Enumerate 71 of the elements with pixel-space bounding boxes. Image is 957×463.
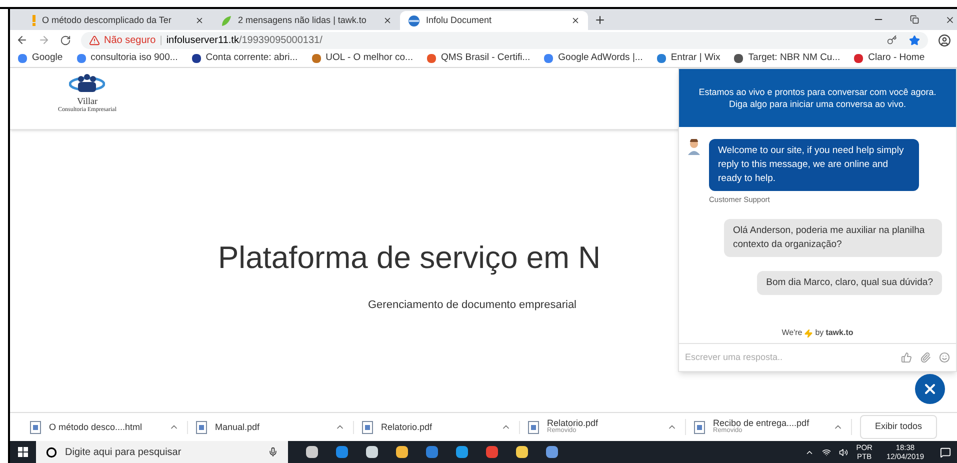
- agent-avatar-icon: [687, 139, 701, 155]
- key-icon[interactable]: [887, 35, 897, 45]
- close-icon[interactable]: [195, 16, 204, 25]
- file-icon: [30, 420, 41, 434]
- close-icon[interactable]: [571, 16, 580, 25]
- agent-message: Welcome to our site, if you need help simply reply to this message, we are online and ready to help.: [709, 139, 919, 191]
- restore-icon[interactable]: [910, 15, 919, 24]
- cortana-icon: [46, 446, 57, 458]
- chat-banner: Estamos ao vivo e prontos para conversar com você agora. Diga algo para iniciar uma conversa ao vivo.: [679, 69, 956, 127]
- bookmark-link[interactable]: Google AdWords |...: [544, 51, 643, 66]
- lightning-icon: [804, 328, 814, 338]
- bookmark-link[interactable]: Google: [18, 51, 63, 66]
- separator-text: |: [160, 34, 162, 48]
- thumbs-up-icon[interactable]: [901, 352, 912, 363]
- notifications-icon[interactable]: [940, 446, 951, 458]
- reload-icon[interactable]: [60, 34, 71, 46]
- browser-tab[interactable]: 2 mensagens não lidas | tawk.to: [212, 11, 400, 30]
- file-icon: [196, 420, 207, 434]
- bookmark-link[interactable]: QMS Brasil - Certifi...: [426, 51, 530, 66]
- download-item[interactable]: Manual.pdf: [196, 420, 354, 434]
- reply-field[interactable]: Escrever uma resposta..: [685, 350, 893, 364]
- taskbar-app-icon[interactable]: [546, 446, 558, 458]
- search-input[interactable]: Digite aqui para pesquisar: [65, 444, 260, 460]
- bookmark-link[interactable]: Conta corrente: abri...: [192, 51, 298, 66]
- security-warning: Não seguro: [104, 34, 156, 48]
- bookmark-link[interactable]: Entrar | Wix: [656, 51, 720, 66]
- taskbar-app-icon[interactable]: [456, 446, 468, 458]
- bookmark-link[interactable]: UOL - O melhor co...: [312, 51, 413, 66]
- emoji-icon[interactable]: [939, 352, 950, 363]
- close-icon[interactable]: [945, 14, 955, 24]
- download-item[interactable]: Relatorio.pdf: [362, 420, 520, 434]
- visitor-message: Olá Anderson, poderia me auxiliar na planilha contexto da organização?: [724, 219, 942, 258]
- taskbar-app-icon[interactable]: [396, 446, 408, 458]
- visitor-message: Bom dia Marco, claro, qual sua dúvida?: [757, 271, 942, 296]
- page-subtitle: Gerenciamento de documento empresarial: [368, 298, 577, 313]
- exclamation-icon: [32, 15, 36, 26]
- file-icon: [694, 420, 705, 434]
- paperclip-icon[interactable]: [920, 352, 931, 363]
- back-icon[interactable]: [16, 34, 28, 46]
- taskbar-search-field[interactable]: Digite aqui para pesquisar: [36, 441, 288, 463]
- bookmark-link[interactable]: Claro - Home: [854, 51, 925, 66]
- show-all-button[interactable]: Exibir todos: [860, 415, 938, 439]
- wifi-icon[interactable]: [822, 448, 832, 456]
- windows-icon[interactable]: [18, 447, 28, 457]
- browser-tab[interactable]: O método descomplicado da Ter: [24, 11, 212, 30]
- bookmark-link[interactable]: Target: NBR NM Cu...: [734, 51, 840, 66]
- file-icon: [362, 420, 373, 434]
- url-text: infoluserver11.tk/19939095000131/: [166, 34, 322, 48]
- volume-icon[interactable]: [839, 448, 848, 456]
- logo-name: Villar: [77, 96, 98, 106]
- powered-by-text: by: [815, 327, 824, 339]
- address-bar[interactable]: Não seguro | infoluserver11.tk/19939095000131/: [81, 32, 928, 48]
- new-tab-icon[interactable]: [594, 14, 606, 26]
- download-item[interactable]: O método desco....html: [30, 420, 188, 434]
- page-title: Plataforma de serviço em N: [218, 242, 600, 273]
- microphone-icon[interactable]: [268, 447, 278, 457]
- close-icon: [922, 381, 938, 397]
- close-icon[interactable]: [383, 16, 392, 25]
- close-chat-button[interactable]: [915, 374, 945, 404]
- bookmark-link[interactable]: consultoria iso 900...: [76, 51, 178, 66]
- tawk-link[interactable]: tawk.to: [826, 327, 854, 339]
- powered-by-text: We're: [782, 327, 802, 339]
- file-icon: [528, 420, 539, 434]
- star-icon[interactable]: [909, 34, 920, 46]
- leaf-icon: [220, 14, 232, 26]
- browser-tab[interactable]: Infolu Document: [400, 11, 588, 30]
- taskbar-app-icon[interactable]: [366, 446, 378, 458]
- warning-icon: [89, 34, 100, 46]
- account-icon[interactable]: [938, 34, 951, 46]
- taskbar-app-icon[interactable]: [306, 446, 318, 458]
- taskbar-app-icon[interactable]: [516, 446, 528, 458]
